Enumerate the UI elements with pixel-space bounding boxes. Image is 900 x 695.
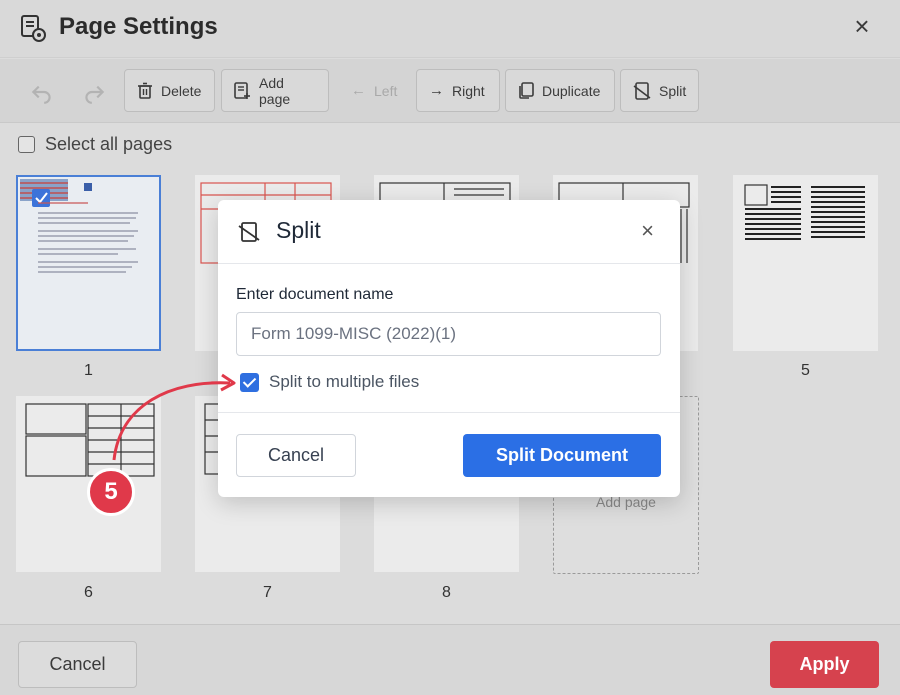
window-title: Page Settings: [59, 13, 218, 40]
document-name-label: Enter document name: [236, 286, 394, 303]
redo-icon[interactable]: [80, 79, 108, 105]
split-multiple-files-label: Split to multiple files: [269, 372, 420, 391]
split-label: Split: [659, 82, 687, 99]
left-label: Left: [374, 82, 398, 99]
document-name-input[interactable]: [236, 312, 661, 356]
page-number: 8: [442, 584, 451, 601]
footer: Cancel Apply: [0, 624, 900, 695]
window-close-icon[interactable]: ×: [850, 13, 874, 39]
split-dialog-header: Split ×: [218, 200, 680, 264]
select-all-pages[interactable]: Select all pages: [18, 134, 172, 155]
step-badge: 5: [87, 468, 135, 516]
split-button[interactable]: Split: [620, 69, 699, 112]
page-1-preview: [20, 179, 138, 273]
page-number: 6: [84, 584, 93, 601]
title-bar: Page Settings ×: [0, 0, 900, 58]
split-dialog-close-icon[interactable]: ×: [641, 220, 654, 242]
delete-button[interactable]: Delete: [124, 69, 215, 112]
split-icon: [633, 81, 651, 100]
rotate-right-button[interactable]: → Right: [416, 69, 500, 112]
duplicate-label: Duplicate: [542, 82, 601, 99]
undo-icon[interactable]: [28, 79, 56, 105]
page-5-preview: [744, 184, 865, 240]
add-page-label: Add page: [259, 74, 291, 107]
page-number: 5: [801, 362, 810, 379]
split-icon: [238, 222, 260, 242]
divider: [218, 412, 680, 413]
delete-label: Delete: [161, 82, 202, 99]
right-label: Right: [452, 82, 485, 99]
toolbar: Delete Add page ← Left → Right Duplicate…: [0, 59, 900, 123]
select-all-checkbox[interactable]: [18, 136, 35, 153]
page-thumbnail-1[interactable]: [16, 175, 161, 351]
rotate-left-button[interactable]: ← Left: [338, 69, 410, 112]
split-dialog: Split × Enter document name Split to mul…: [218, 200, 680, 497]
trash-icon: [138, 82, 152, 99]
split-cancel-button[interactable]: Cancel: [236, 434, 356, 477]
add-page-icon: [234, 81, 250, 99]
arrow-right-icon: →: [429, 82, 444, 99]
duplicate-button[interactable]: Duplicate: [505, 69, 615, 112]
page-settings-icon: [21, 15, 46, 42]
add-page-button[interactable]: Add page: [221, 69, 329, 112]
selected-check-icon: [32, 189, 50, 207]
apply-button[interactable]: Apply: [770, 641, 879, 688]
page-number: 7: [263, 584, 272, 601]
split-dialog-title: Split: [276, 217, 321, 243]
duplicate-icon: [519, 82, 534, 99]
cancel-button[interactable]: Cancel: [18, 641, 137, 688]
annotation-arrow: [112, 373, 236, 461]
select-all-label: Select all pages: [45, 134, 173, 154]
split-document-button[interactable]: Split Document: [463, 434, 661, 477]
page-thumbnail-5[interactable]: [733, 175, 878, 351]
arrow-left-icon: ←: [351, 82, 366, 99]
split-multiple-files-option[interactable]: Split to multiple files: [240, 372, 419, 392]
